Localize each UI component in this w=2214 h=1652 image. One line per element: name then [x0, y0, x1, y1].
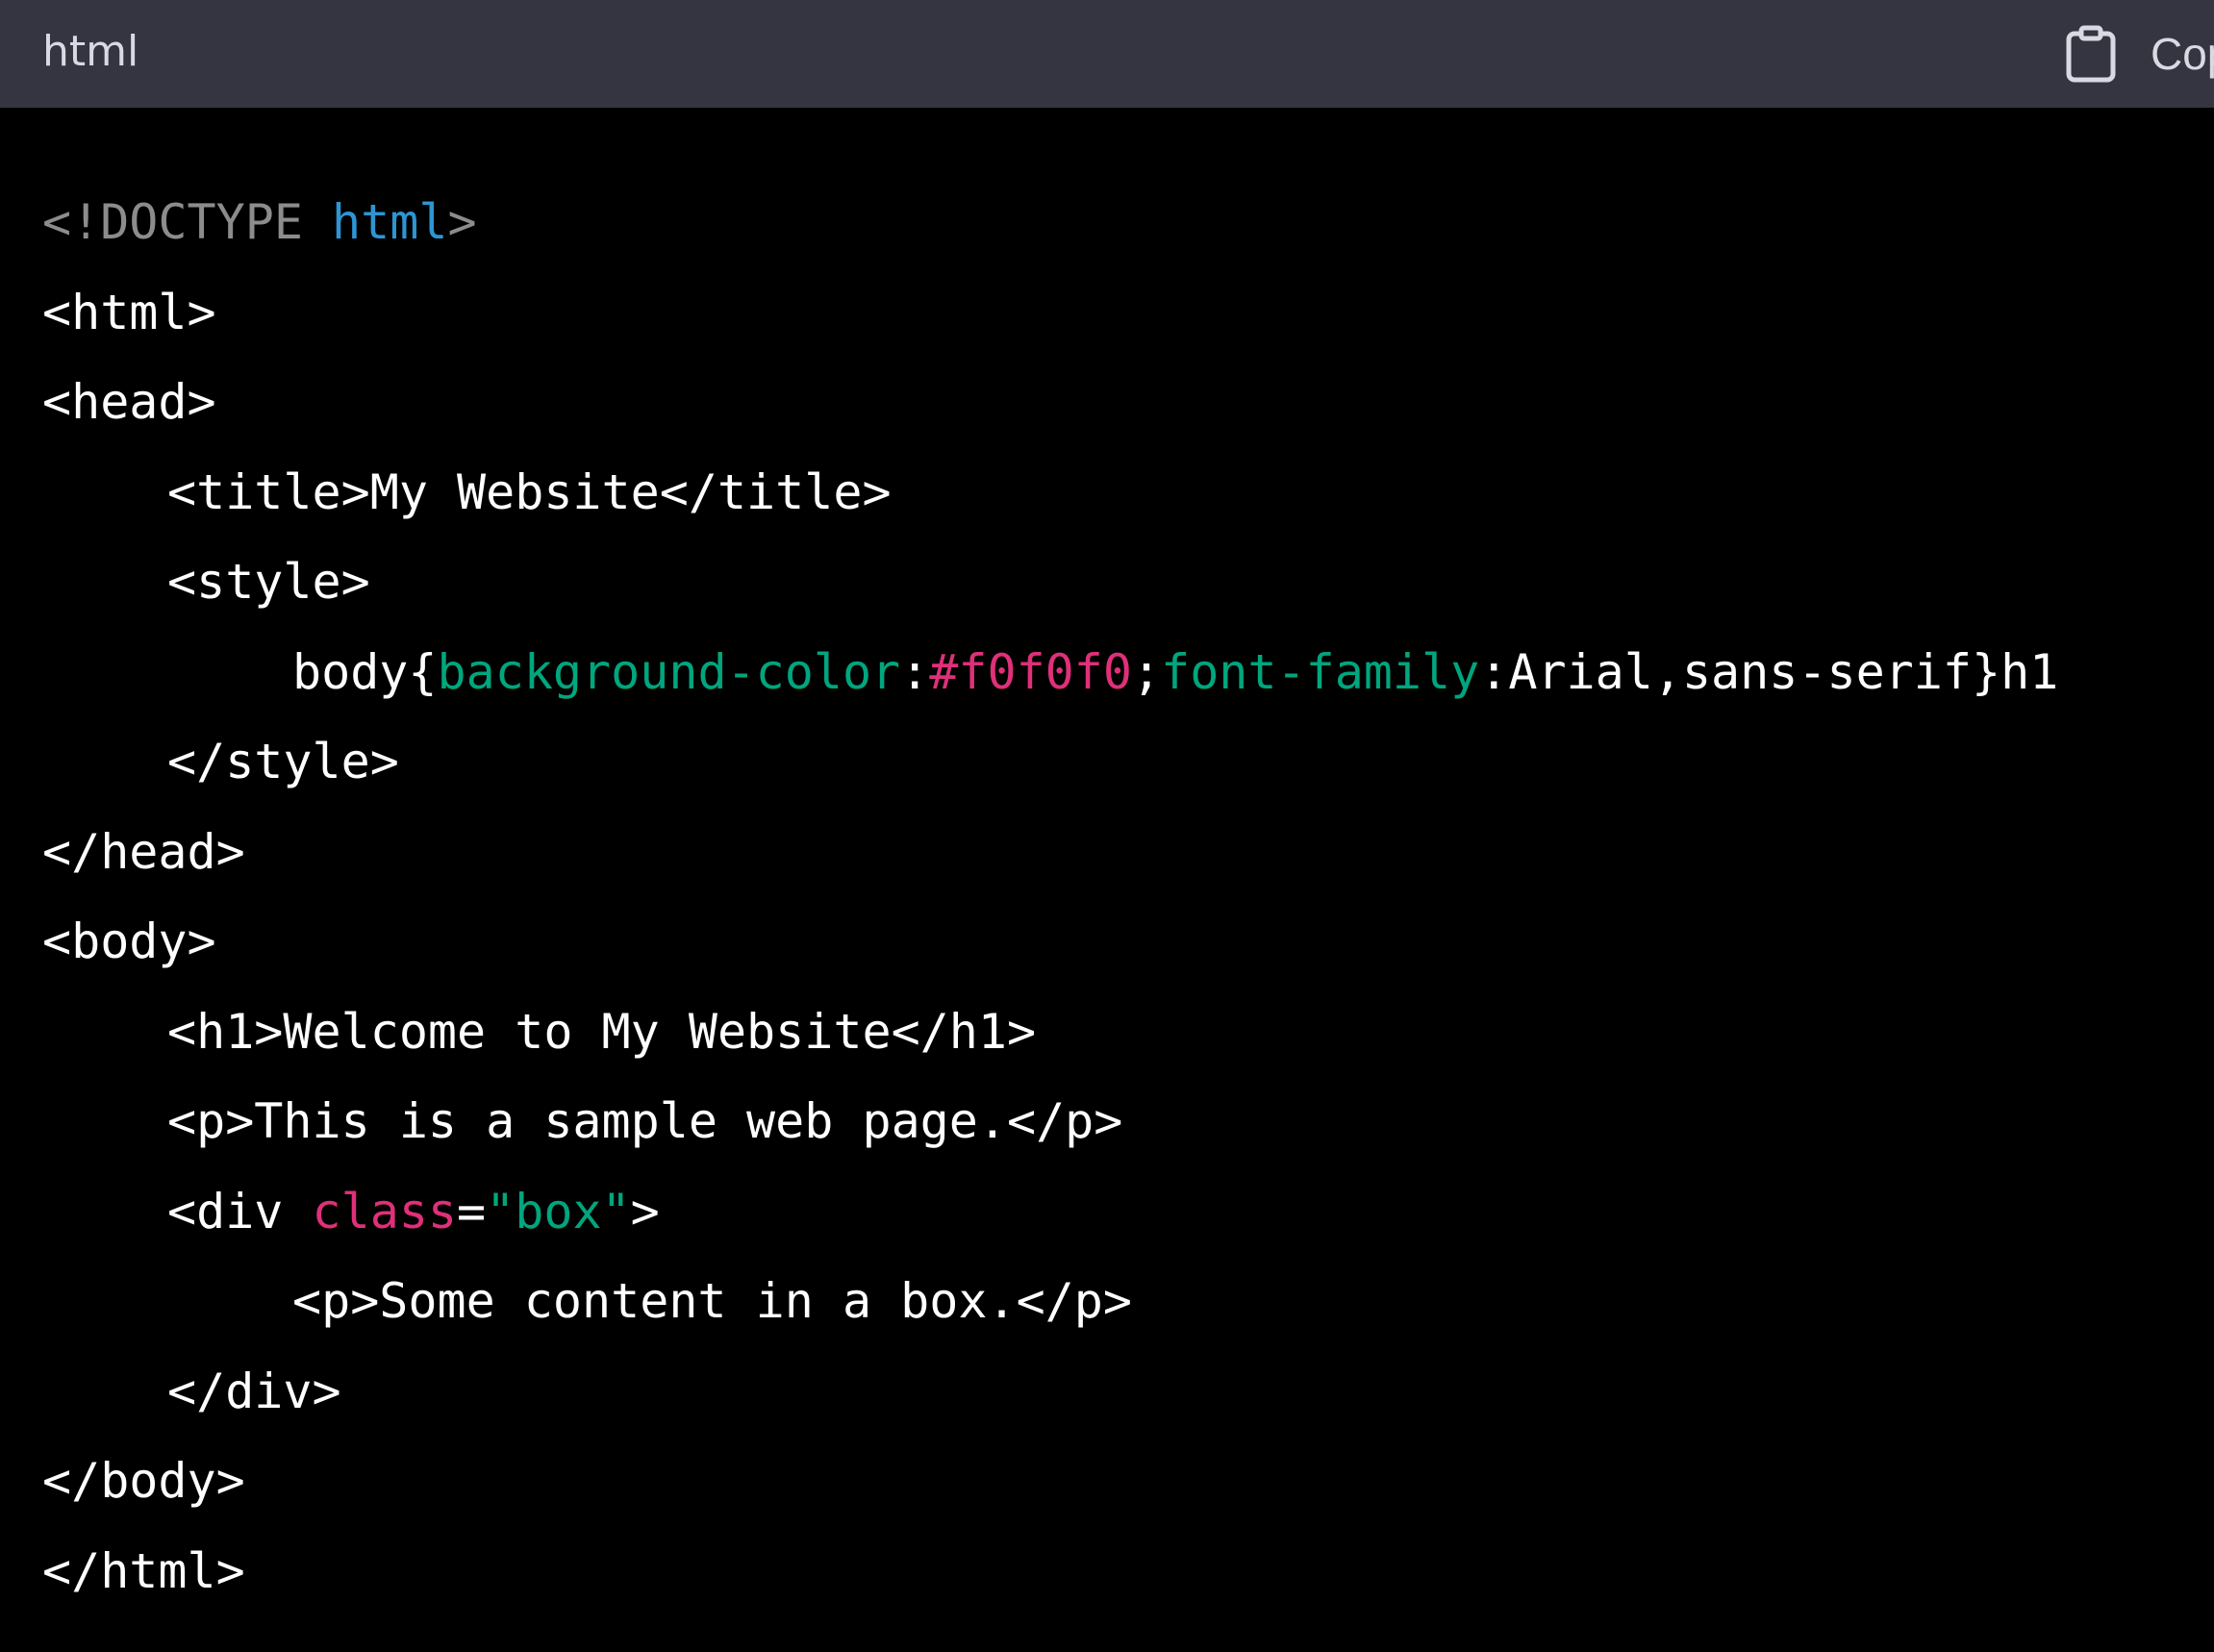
- code-line: </head>: [42, 823, 245, 880]
- code-line: <h1>Welcome to My Website</h1>: [167, 1003, 1037, 1060]
- attribute-value-token: "box": [486, 1183, 631, 1239]
- doctype-token: <!DOCTYPE: [42, 194, 333, 250]
- code-line: <p>This is a sample web page.</p>: [167, 1093, 1123, 1149]
- doctype-keyword-token: html: [332, 194, 448, 250]
- attribute-name-token: class: [312, 1183, 458, 1239]
- code-line: <body>: [42, 914, 216, 969]
- code-line-css: body{background-color:#f0f0f0;font-famil…: [42, 628, 2214, 718]
- code-content[interactable]: <!DOCTYPE html> <html> <head> <title>My Web…: [42, 178, 2214, 1616]
- css-semicolon-token: ;: [1131, 643, 1162, 700]
- clipboard-icon: [2066, 25, 2116, 83]
- css-rest-token: :Arial,sans-serif}h1: [1479, 643, 2059, 700]
- copy-code-button[interactable]: Copy code: [2066, 17, 2214, 90]
- equals-token: =: [457, 1183, 487, 1239]
- code-line-doctype: <!DOCTYPE html>: [42, 178, 2214, 268]
- code-line: <p>Some content in a box.</p>: [292, 1273, 1132, 1329]
- css-property-token: font-family: [1161, 643, 1480, 700]
- code-line: </div>: [167, 1363, 341, 1419]
- tag-open-token: <div: [167, 1183, 313, 1239]
- code-line: </style>: [167, 734, 399, 789]
- copy-code-label: Copy code: [2151, 29, 2214, 79]
- code-line: <style>: [167, 554, 370, 610]
- code-line: <html>: [42, 284, 216, 340]
- language-label: html: [42, 27, 139, 76]
- code-line: <head>: [42, 374, 216, 430]
- doctype-close-token: >: [447, 194, 477, 250]
- code-line: <title>My Website</title>: [167, 463, 892, 520]
- code-line: </body>: [42, 1453, 245, 1509]
- css-value-token: #f0f0f0: [929, 643, 1132, 700]
- css-colon-token: :: [900, 643, 930, 700]
- code-line: </html>: [42, 1542, 245, 1599]
- code-block-header: html Copy code: [0, 0, 2214, 108]
- css-selector-token: body{: [292, 643, 438, 700]
- tag-close-token: >: [630, 1183, 660, 1239]
- css-property-token: background-color: [437, 643, 901, 700]
- code-line-div: <div class="box">: [42, 1167, 2214, 1258]
